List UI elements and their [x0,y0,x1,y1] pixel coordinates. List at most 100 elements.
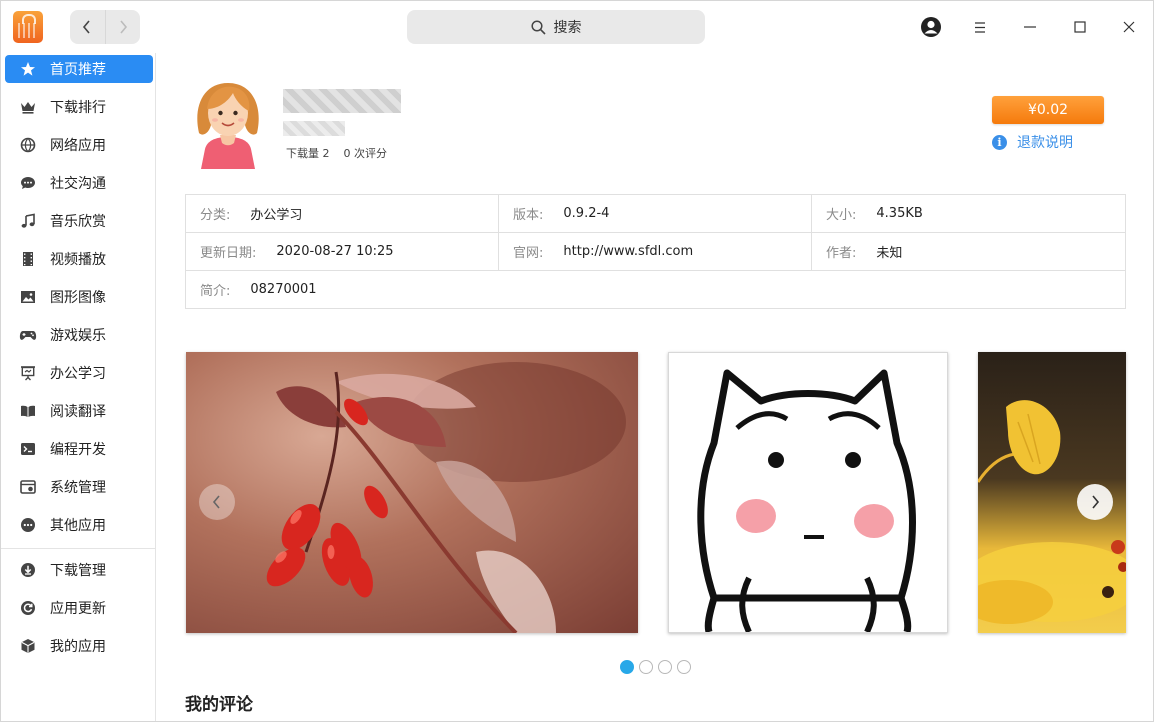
sidebar-item-label: 图形图像 [50,290,106,306]
carousel-dot[interactable] [658,660,672,674]
crown-icon [17,99,39,115]
info-value: 0.9.2-4 [563,206,610,221]
sidebar-item-my-apps[interactable]: 我的应用 [5,632,153,660]
info-key: 版本: [513,208,544,223]
carousel-prev-button[interactable] [199,484,235,520]
nav-buttons [70,10,140,44]
info-key: 作者: [826,246,857,261]
sidebar-item-download-manager[interactable]: 下载管理 [5,556,153,584]
info-icon: i [992,134,1007,150]
carousel-dot[interactable] [677,660,691,674]
carousel-next-button[interactable] [1077,484,1113,520]
app-detail-page: 下载量 2 0 次评分 ¥0.02 i 退款说明 分类: 办公学习 版本: 0.… [157,53,1153,721]
refund-info-link[interactable]: i 退款说明 [992,132,1073,152]
sidebar-item-video[interactable]: 视频播放 [5,245,153,273]
info-version: 版本: 0.9.2-4 [499,195,811,232]
sidebar-item-label: 我的应用 [50,639,106,655]
sidebar-item-other[interactable]: 其他应用 [5,511,153,539]
sidebar-item-label: 其他应用 [50,518,106,534]
chevron-left-icon [83,20,90,34]
sidebar-item-office[interactable]: 办公学习 [5,359,153,387]
my-comments-title: 我的评论 [185,695,253,715]
info-value: 办公学习 [250,208,303,223]
menu-button[interactable] [963,11,997,43]
info-key: 简介: [200,284,231,299]
info-row: 简介: 08270001 [186,271,1125,309]
app-avatar-icon [197,83,259,169]
info-key: 更新日期: [200,246,257,261]
sidebar-item-label: 阅读翻译 [50,404,106,420]
app-info-table: 分类: 办公学习 版本: 0.9.2-4 大小: 4.35KB 更新日期: 20… [185,194,1126,309]
back-button[interactable] [70,10,105,44]
info-updated: 更新日期: 2020-08-27 10:25 [186,233,498,270]
sidebar: 首页推荐 下载排行 网络应用 社交沟通 音乐欣赏 视频播放 图形图像 游戏娱乐 [1,53,156,721]
carousel-pagination [620,660,691,674]
carousel-dot[interactable] [639,660,653,674]
image-icon [17,289,39,305]
more-icon [17,517,39,533]
maximize-icon [1074,21,1086,33]
gamepad-icon [17,327,39,343]
sidebar-item-label: 下载排行 [50,100,106,116]
carousel-dot[interactable] [620,660,634,674]
sidebar-item-label: 应用更新 [50,601,106,617]
sidebar-item-app-updates[interactable]: 应用更新 [5,594,153,622]
info-column-divider [498,195,499,271]
user-account-button[interactable] [914,11,948,43]
chevron-left-icon [212,495,220,509]
minimize-button[interactable] [1013,11,1047,43]
info-author: 作者: 未知 [812,233,1124,270]
sidebar-item-label: 编程开发 [50,442,106,458]
system-icon [17,479,39,495]
sidebar-item-social[interactable]: 社交沟通 [5,169,153,197]
info-intro: 简介: 08270001 [186,271,786,308]
sidebar-item-label: 办公学习 [50,366,106,382]
sidebar-item-programming[interactable]: 编程开发 [5,435,153,463]
sidebar-item-reading[interactable]: 阅读翻译 [5,397,153,425]
menu-icon [975,21,985,33]
berries-image [266,362,626,633]
sidebar-item-system[interactable]: 系统管理 [5,473,153,501]
info-row: 更新日期: 2020-08-27 10:25 官网: http://www.sf… [186,233,1125,271]
book-icon [17,403,39,419]
sidebar-item-label: 社交沟通 [50,176,106,192]
sidebar-item-label: 游戏娱乐 [50,328,106,344]
sidebar-item-graphics[interactable]: 图形图像 [5,283,153,311]
sidebar-item-label: 音乐欣赏 [50,214,106,230]
buy-button[interactable]: ¥0.02 [992,96,1104,124]
app-subtitle-redacted [283,121,345,136]
app-stats: 下载量 2 0 次评分 [286,145,387,161]
box-icon [17,638,39,654]
close-button[interactable] [1112,11,1146,43]
info-value: 未知 [876,246,903,261]
rating-count: 0 次评分 [343,147,388,160]
info-category: 分类: 办公学习 [186,195,498,232]
sidebar-item-label: 网络应用 [50,138,106,154]
app-store-logo-icon [13,11,43,43]
info-value[interactable]: http://www.sfdl.com [563,244,693,259]
terminal-icon [17,441,39,457]
sidebar-item-download-rank[interactable]: 下载排行 [5,93,153,121]
info-key: 大小: [826,208,857,223]
info-key: 分类: [200,208,231,223]
sidebar-item-music[interactable]: 音乐欣赏 [5,207,153,235]
chevron-right-icon [1092,495,1100,509]
user-icon [921,17,941,37]
sidebar-item-home[interactable]: 首页推荐 [5,55,153,83]
music-icon [17,213,39,229]
forward-button[interactable] [105,10,140,44]
sidebar-item-network[interactable]: 网络应用 [5,131,153,159]
star-icon [17,61,39,77]
maximize-button[interactable] [1063,11,1097,43]
info-value: 08270001 [250,282,317,297]
info-column-divider [811,195,812,271]
info-website: 官网: http://www.sfdl.com [499,233,811,270]
screenshot-berries[interactable] [186,352,638,633]
search-box[interactable]: 搜索 [407,10,705,44]
title-bar: 搜索 [1,1,1153,53]
chat-icon [17,175,39,191]
screenshot-cat-meme[interactable] [668,352,948,633]
sidebar-item-label: 首页推荐 [50,62,106,78]
sidebar-item-games[interactable]: 游戏娱乐 [5,321,153,349]
update-icon [17,600,39,616]
